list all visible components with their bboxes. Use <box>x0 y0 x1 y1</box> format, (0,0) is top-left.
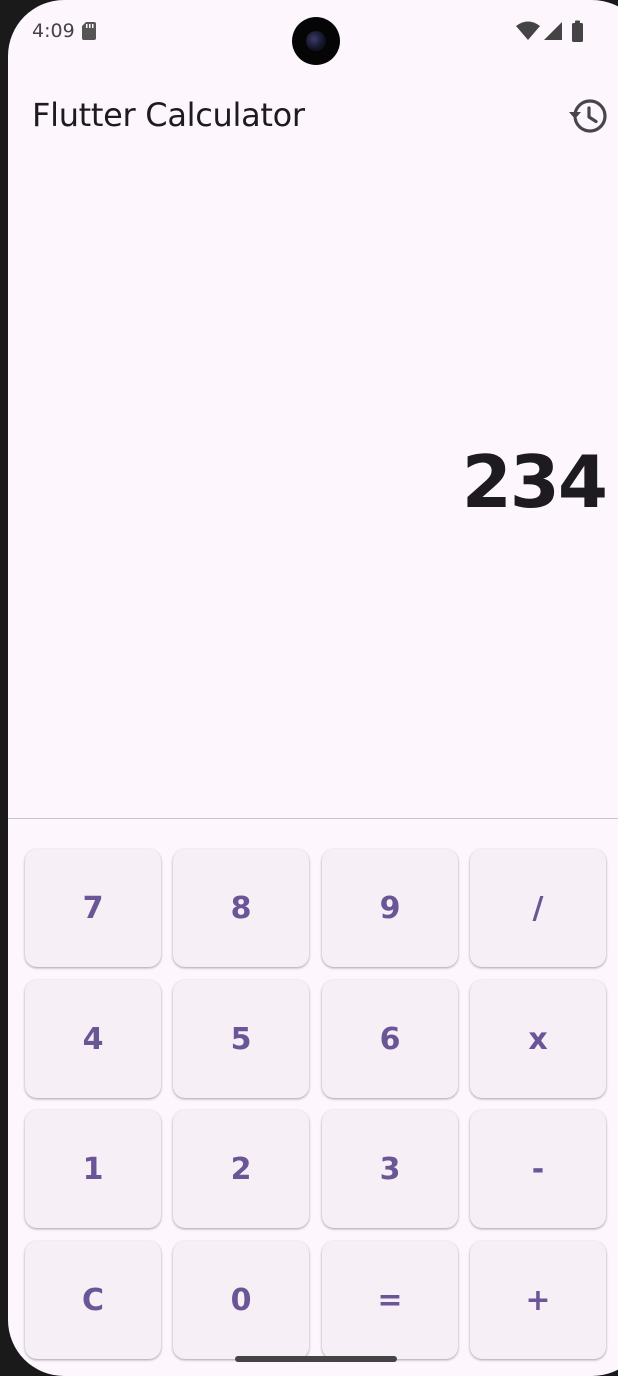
key-4[interactable]: 4 <box>25 980 161 1098</box>
display-area: 234 <box>8 156 618 818</box>
key-9[interactable]: 9 <box>322 849 458 967</box>
camera-lens <box>306 31 326 51</box>
status-time: 4:09 <box>32 20 75 42</box>
key-equals[interactable]: = <box>322 1241 458 1359</box>
status-icons <box>516 20 583 42</box>
key-1[interactable]: 1 <box>25 1110 161 1228</box>
app-bar: Flutter Calculator <box>8 72 618 156</box>
key-clear[interactable]: C <box>25 1241 161 1359</box>
home-indicator[interactable] <box>235 1356 397 1362</box>
key-3[interactable]: 3 <box>322 1110 458 1228</box>
history-icon <box>569 99 607 133</box>
device-frame: 4:09 Flutter Calculator 234 7 8 9 / 4 5 … <box>0 0 618 1376</box>
status-bar: 4:09 <box>8 0 618 65</box>
key-divide[interactable]: / <box>470 849 606 967</box>
key-0[interactable]: 0 <box>173 1241 309 1359</box>
key-multiply[interactable]: x <box>470 980 606 1098</box>
signal-icon <box>544 22 562 40</box>
key-6[interactable]: 6 <box>322 980 458 1098</box>
app-screen: 4:09 Flutter Calculator 234 7 8 9 / 4 5 … <box>8 0 618 1376</box>
key-subtract[interactable]: - <box>470 1110 606 1228</box>
front-camera <box>292 17 340 65</box>
key-2[interactable]: 2 <box>173 1110 309 1228</box>
wifi-icon <box>516 21 540 40</box>
sd-card-icon <box>82 22 96 40</box>
battery-icon <box>572 23 583 42</box>
history-button[interactable] <box>564 92 612 140</box>
key-8[interactable]: 8 <box>173 849 309 967</box>
key-add[interactable]: + <box>470 1241 606 1359</box>
key-7[interactable]: 7 <box>25 849 161 967</box>
display-value: 234 <box>461 440 608 524</box>
key-5[interactable]: 5 <box>173 980 309 1098</box>
app-title: Flutter Calculator <box>32 96 305 134</box>
divider <box>8 818 618 819</box>
